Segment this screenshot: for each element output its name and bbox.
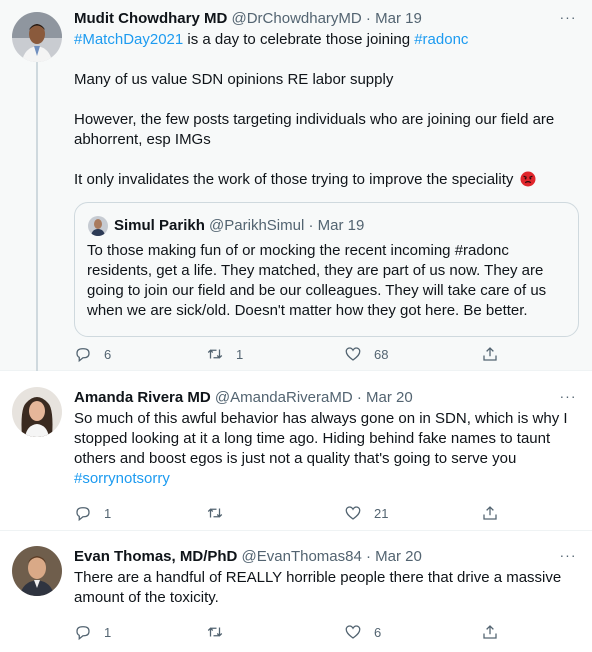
reply-count: 6 xyxy=(104,346,112,362)
quoted-avatar[interactable] xyxy=(88,216,108,236)
reply-button[interactable]: 1 xyxy=(74,503,111,523)
author-name[interactable]: Evan Thomas, MD/PhD xyxy=(74,548,237,565)
hashtag-link[interactable]: #radonc xyxy=(414,31,468,48)
retweet-button[interactable] xyxy=(206,503,236,523)
tweet-text: So much of this awful behavior has alway… xyxy=(74,409,574,489)
retweet-button[interactable] xyxy=(206,622,236,642)
retweet-icon xyxy=(207,627,223,637)
retweet-button[interactable]: 1 xyxy=(206,344,243,364)
tweet-actions: 1 21 xyxy=(74,503,504,523)
hashtag-link[interactable]: #sorrynotsorry xyxy=(74,470,170,487)
quoted-text: To those making fun of or mocking the re… xyxy=(87,242,547,319)
like-count: 21 xyxy=(374,505,389,521)
share-button[interactable] xyxy=(481,503,499,523)
separator-dot: · xyxy=(361,548,376,565)
tweet-paragraph: Many of us value SDN opinions RE labor s… xyxy=(74,71,394,88)
tweet-text-segment: is a day to celebrate those joining xyxy=(183,31,415,48)
tweet-paragraph: It only invalidates the work of those tr… xyxy=(74,171,514,188)
quoted-author-handle[interactable]: @ParikhSimul xyxy=(209,217,304,234)
reply-button[interactable]: 6 xyxy=(74,344,111,364)
tweet-actions: 1 6 xyxy=(74,622,504,642)
quoted-author-name[interactable]: Simul Parikh xyxy=(114,217,205,234)
like-icon xyxy=(345,347,361,361)
like-icon xyxy=(345,625,361,639)
quoted-date[interactable]: Mar 19 xyxy=(318,217,365,234)
author-name[interactable]: Mudit Chowdhary MD xyxy=(74,10,227,27)
avatar[interactable] xyxy=(12,546,62,596)
separator-dot: · xyxy=(304,217,318,234)
reply-icon xyxy=(76,507,90,522)
angry-face-icon xyxy=(520,171,536,193)
tweet-header: Mudit Chowdhary MD @DrChowdharyMD · Mar … xyxy=(74,9,422,29)
author-name[interactable]: Amanda Rivera MD xyxy=(74,389,211,406)
share-button[interactable] xyxy=(481,622,499,642)
more-icon[interactable]: ··· xyxy=(558,389,578,409)
tweet-date[interactable]: Mar 19 xyxy=(375,10,422,27)
avatar[interactable] xyxy=(12,387,62,437)
reply-button[interactable]: 1 xyxy=(74,622,111,642)
tweet-paragraph: So much of this awful behavior has alway… xyxy=(74,410,568,467)
quoted-tweet[interactable]: Simul Parikh @ParikhSimul · Mar 19 To th… xyxy=(74,202,579,337)
share-icon xyxy=(483,347,497,361)
author-handle[interactable]: @EvanThomas84 xyxy=(242,548,362,565)
like-button[interactable]: 21 xyxy=(344,503,388,523)
reply-count: 1 xyxy=(104,624,112,640)
tweet-date[interactable]: Mar 20 xyxy=(375,548,422,565)
tweet-actions: 6 1 68 xyxy=(74,344,504,364)
tweet-header: Amanda Rivera MD @AmandaRiveraMD · Mar 2… xyxy=(74,388,413,408)
tweet-header: Evan Thomas, MD/PhD @EvanThomas84 · Mar … xyxy=(74,547,422,567)
avatar[interactable] xyxy=(12,12,62,62)
tweet-paragraph: However, the few posts targeting individ… xyxy=(74,111,555,148)
retweet-count: 1 xyxy=(236,346,244,362)
more-icon[interactable]: ··· xyxy=(558,10,578,30)
reply-icon xyxy=(76,626,90,641)
tweet-text: There are a handful of REALLY horrible p… xyxy=(74,569,562,606)
share-icon xyxy=(483,506,497,520)
like-icon xyxy=(345,506,361,520)
tweet-mudit[interactable]: Mudit Chowdhary MD @DrChowdharyMD · Mar … xyxy=(0,0,592,371)
tweet-evan[interactable]: Evan Thomas, MD/PhD @EvanThomas84 · Mar … xyxy=(0,531,592,652)
author-handle[interactable]: @DrChowdharyMD xyxy=(232,10,362,27)
tweet-date[interactable]: Mar 20 xyxy=(366,389,413,406)
share-button[interactable] xyxy=(481,344,499,364)
tweet-text: #MatchDay2021 is a day to celebrate thos… xyxy=(74,30,580,193)
like-button[interactable]: 6 xyxy=(344,622,381,642)
retweet-icon xyxy=(207,508,223,518)
tweet-amanda[interactable]: Amanda Rivera MD @AmandaRiveraMD · Mar 2… xyxy=(0,371,592,531)
separator-dot: · xyxy=(361,10,376,27)
author-handle[interactable]: @AmandaRiveraMD xyxy=(215,389,353,406)
like-button[interactable]: 68 xyxy=(344,344,388,364)
reply-count: 1 xyxy=(104,505,112,521)
retweet-icon xyxy=(207,349,223,359)
like-count: 68 xyxy=(374,346,389,362)
reply-icon xyxy=(76,348,90,363)
share-icon xyxy=(483,625,497,639)
hashtag-link[interactable]: #MatchDay2021 xyxy=(74,31,183,48)
quoted-header: Simul Parikh @ParikhSimul · Mar 19 xyxy=(114,216,364,236)
more-icon[interactable]: ··· xyxy=(558,548,578,568)
like-count: 6 xyxy=(374,624,382,640)
thread-line xyxy=(36,62,38,371)
separator-dot: · xyxy=(352,389,367,406)
